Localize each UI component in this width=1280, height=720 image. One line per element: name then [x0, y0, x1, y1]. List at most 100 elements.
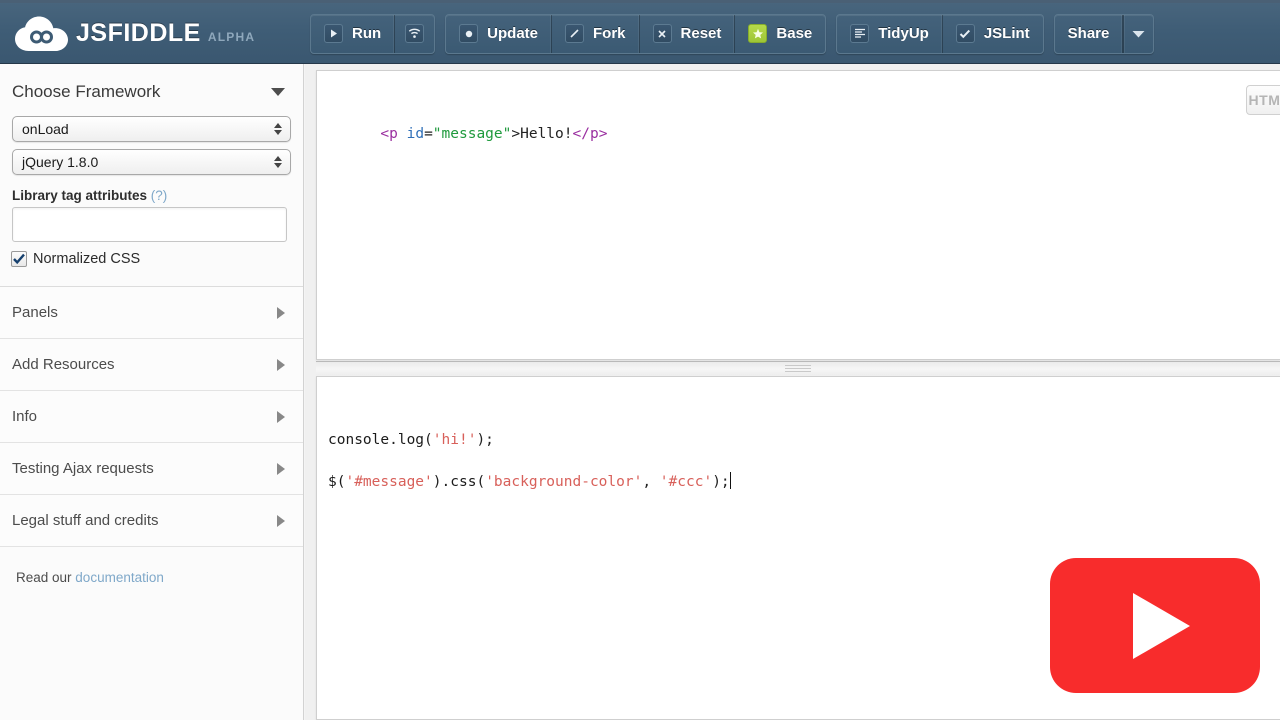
load-type-select-value: onLoad — [22, 121, 69, 137]
cloud-infinity-icon — [14, 15, 70, 53]
code-token: '#message' — [345, 474, 432, 490]
play-icon — [324, 24, 343, 43]
base-button-label: Base — [776, 25, 812, 42]
code-token: ). — [433, 474, 450, 490]
share-dropdown-toggle[interactable] — [1123, 15, 1153, 53]
sidebar-item-testing-ajax-requests[interactable]: Testing Ajax requests — [0, 443, 303, 495]
code-token: css — [450, 474, 476, 490]
chevron-right-icon — [277, 411, 285, 423]
star-icon — [748, 24, 767, 43]
editor-splitter[interactable] — [316, 361, 1280, 375]
sidebar-item-panels[interactable]: Panels — [0, 287, 303, 339]
library-attributes-label-text: Library tag attributes — [12, 188, 147, 203]
code-token: </p> — [573, 126, 608, 142]
code-token: 'hi!' — [433, 432, 477, 448]
chevron-down-icon — [1132, 25, 1145, 43]
sidebar-item-label: Add Resources — [12, 356, 115, 373]
code-token: ( — [476, 474, 485, 490]
sidebar-item-info[interactable]: Info — [0, 391, 303, 443]
share-button-label: Share — [1068, 25, 1110, 42]
html-editor-panel[interactable]: <p id="message">Hello!</p> HTML — [316, 70, 1280, 360]
code-token: > — [511, 126, 520, 142]
play-triangle-icon — [1133, 593, 1190, 659]
fork-button[interactable]: Fork — [552, 15, 640, 53]
run-button-label: Run — [352, 25, 381, 42]
code-token: Hello! — [520, 126, 572, 142]
app-header: JSFIDDLE ALPHA Run — [0, 0, 1280, 64]
code-token: ( — [424, 432, 433, 448]
text-cursor — [730, 472, 731, 489]
jslint-button[interactable]: JSLint — [943, 15, 1043, 53]
fiddle-actions-group: Update Fork Reset Base — [445, 14, 826, 54]
code-token: ); — [476, 432, 493, 448]
framework-select-value: jQuery 1.8.0 — [22, 154, 98, 170]
js-editor-code[interactable]: console.log('hi!'); $('#message').css('b… — [317, 377, 1280, 545]
code-token — [398, 126, 407, 142]
fork-button-label: Fork — [593, 25, 626, 42]
code-token: console — [328, 432, 389, 448]
load-type-select[interactable]: onLoad — [12, 116, 291, 142]
framework-select[interactable]: jQuery 1.8.0 — [12, 149, 291, 175]
youtube-play-button[interactable] — [1050, 558, 1260, 693]
code-token: 'background-color' — [485, 474, 642, 490]
chevron-right-icon — [277, 515, 285, 527]
sidebar-item-label: Legal stuff and credits — [12, 512, 158, 529]
stepper-arrows-icon — [274, 156, 282, 168]
code-token: "message" — [433, 126, 512, 142]
share-button[interactable]: Share — [1055, 15, 1124, 53]
sidebar-item-label: Testing Ajax requests — [12, 460, 154, 477]
sidebar: Choose Framework onLoad jQuery 1.8.0 Lib… — [0, 64, 304, 720]
run-button-group: Run — [310, 14, 435, 54]
framework-select-group: onLoad jQuery 1.8.0 — [0, 116, 303, 175]
close-x-icon — [653, 24, 672, 43]
code-token: $( — [328, 474, 345, 490]
html-editor-code[interactable]: <p id="message">Hello!</p> — [317, 71, 1280, 197]
brand-alpha-badge: ALPHA — [208, 30, 255, 44]
main-toolbar: Run Update — [310, 13, 1154, 55]
chevron-right-icon — [277, 463, 285, 475]
logo-area[interactable]: JSFIDDLE ALPHA — [0, 15, 310, 53]
library-attributes-label: Library tag attributes (?) — [0, 182, 303, 206]
normalized-css-label: Normalized CSS — [33, 251, 140, 267]
sidebar-footer-text: Read our — [16, 570, 75, 585]
tidyup-button-label: TidyUp — [878, 25, 929, 42]
normalized-css-row[interactable]: Normalized CSS — [0, 242, 303, 267]
tidyup-button[interactable]: TidyUp — [837, 15, 943, 53]
dot-icon — [459, 24, 478, 43]
sidebar-item-label: Panels — [12, 304, 58, 321]
chevron-right-icon — [277, 359, 285, 371]
base-button[interactable]: Base — [735, 15, 825, 53]
code-token: <p — [380, 126, 397, 142]
code-token: = — [424, 126, 433, 142]
code-token: log — [398, 432, 424, 448]
jslint-button-label: JSLint — [984, 25, 1030, 42]
reset-button[interactable]: Reset — [640, 15, 736, 53]
drag-handle-icon[interactable] — [785, 363, 811, 374]
update-button[interactable]: Update — [446, 15, 552, 53]
check-icon — [956, 24, 975, 43]
sidebar-item-label: Info — [12, 408, 37, 425]
run-options-button[interactable] — [395, 15, 434, 53]
sidebar-item-add-resources[interactable]: Add Resources — [0, 339, 303, 391]
choose-framework-title: Choose Framework — [12, 82, 160, 102]
triangle-down-icon[interactable] — [271, 88, 285, 96]
chevron-right-icon — [277, 307, 285, 319]
share-group: Share — [1054, 14, 1155, 54]
choose-framework-header[interactable]: Choose Framework — [0, 64, 303, 116]
library-attributes-input[interactable] — [12, 207, 287, 242]
code-token: '#ccc' — [660, 474, 712, 490]
documentation-link[interactable]: documentation — [75, 570, 164, 585]
code-token: , — [642, 474, 659, 490]
sidebar-footer: Read our documentation — [0, 547, 303, 585]
html-panel-tab[interactable]: HTML — [1246, 85, 1280, 115]
run-button[interactable]: Run — [311, 15, 395, 53]
normalized-css-checkbox[interactable] — [11, 251, 27, 267]
code-token: . — [389, 432, 398, 448]
sidebar-item-legal-stuff-and-credits[interactable]: Legal stuff and credits — [0, 495, 303, 547]
pencil-icon — [565, 24, 584, 43]
stepper-arrows-icon — [274, 123, 282, 135]
brand-title: JSFIDDLE — [76, 19, 201, 48]
update-button-label: Update — [487, 25, 538, 42]
library-attributes-help-icon[interactable]: (?) — [151, 188, 168, 203]
code-token: ); — [712, 474, 729, 490]
